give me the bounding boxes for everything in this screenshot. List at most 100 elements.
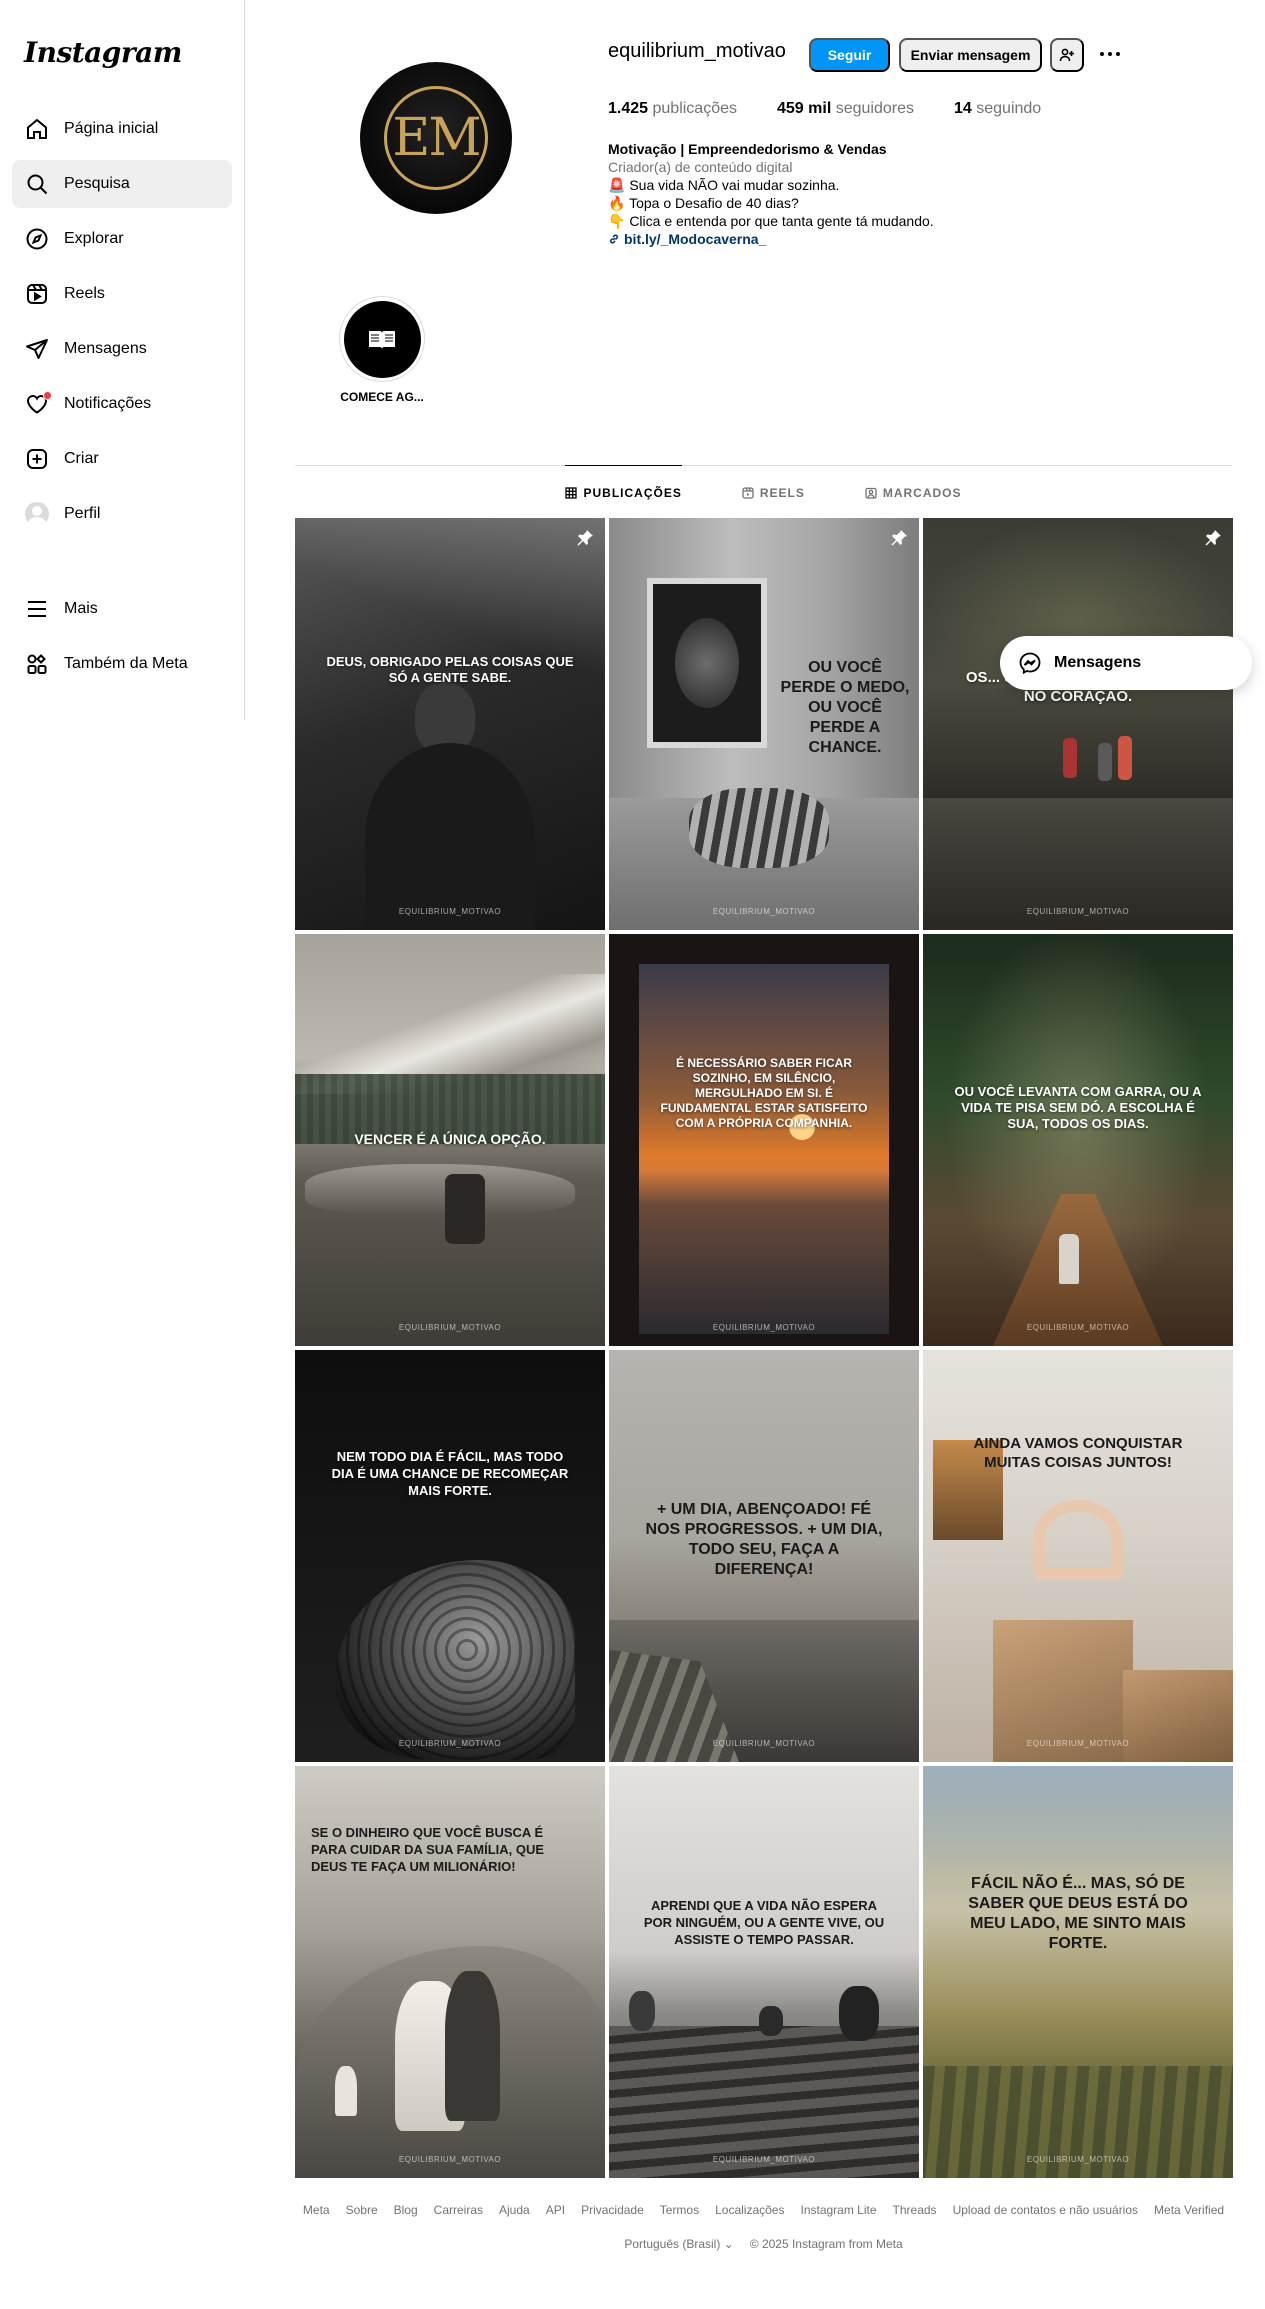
post-watermark: EQUILIBRIUM_MOTIVAO (712, 1323, 816, 1332)
send-message-button[interactable]: Enviar mensagem (899, 38, 1042, 72)
sidebar-item-reels[interactable]: Reels (12, 270, 232, 318)
follow-button[interactable]: Seguir (809, 38, 890, 72)
footer-link[interactable]: Localizações (715, 2203, 784, 2217)
footer-link[interactable]: Meta Verified (1154, 2203, 1224, 2217)
tagged-icon (865, 487, 877, 499)
footer-link[interactable]: Instagram Lite (800, 2203, 876, 2217)
following-count[interactable]: 14 seguindo (954, 100, 1041, 118)
post-caption: Ou você perde o medo, ou você perde a ch… (780, 659, 910, 756)
plus-square-icon (24, 446, 50, 472)
search-icon (24, 171, 50, 197)
followers-count[interactable]: 459 mil seguidores (777, 100, 914, 118)
sidebar-item-label: Mais (64, 600, 98, 617)
avatar (25, 502, 49, 526)
sidebar-item-label: Explorar (64, 230, 124, 247)
profile-stats: 1.425 publicações 459 mil seguidores 14 … (608, 100, 1081, 118)
meta-apps-icon (24, 651, 50, 677)
post-watermark: EQUILIBRIUM_MOTIVAO (398, 2155, 502, 2164)
floating-messages-label: Mensagens (1054, 654, 1142, 671)
bio-line: 🔥 Topa o Desafio de 40 dias? (608, 195, 799, 211)
language-selector[interactable]: Português (Brasil) ⌄ (624, 2237, 733, 2251)
sidebar-item-search[interactable]: Pesquisa (12, 160, 232, 208)
footer-link[interactable]: Sobre (346, 2203, 378, 2217)
link-icon (609, 234, 619, 244)
post-caption: Ou você levanta com garra, ou a vida te … (954, 1084, 1202, 1131)
post-tile[interactable]: É necessário saber ficar sozinho, em sil… (609, 934, 919, 1346)
sidebar-item-more[interactable]: Mais (12, 585, 232, 633)
bio-link[interactable]: bit.ly/_Modocaverna_ (608, 230, 934, 248)
sidebar-item-profile[interactable]: Perfil (12, 490, 232, 538)
post-tile[interactable]: Ainda vamos conquistar muitas coisas jun… (923, 1350, 1233, 1762)
sidebar-item-home[interactable]: Página inicial (12, 105, 232, 153)
post-watermark: EQUILIBRIUM_MOTIVAO (1026, 2155, 1130, 2164)
sidebar-item-create[interactable]: Criar (12, 435, 232, 483)
sidebar-item-notifications[interactable]: Notificações (12, 380, 232, 428)
sidebar-item-explore[interactable]: Explorar (12, 215, 232, 263)
profile-username: equilibrium_motivao (608, 40, 786, 62)
posts-grid: Deus, obrigado pelas coisas que só a gen… (295, 518, 1233, 2178)
post-tile[interactable]: Nem todo dia é fácil, mas todo dia é uma… (295, 1350, 605, 1762)
sidebar-item-meta[interactable]: Também da Meta (12, 640, 232, 688)
sidebar: Instagram Página inicial Pesquisa Explor… (0, 0, 245, 720)
sidebar-item-label: Perfil (64, 505, 101, 522)
footer-link[interactable]: Termos (660, 2203, 699, 2217)
footer-meta: Português (Brasil) ⌄ © 2025 Instagram fr… (295, 2237, 1232, 2251)
add-person-icon (1059, 48, 1074, 62)
post-tile[interactable]: Ou você perde o medo, ou você perde a ch… (609, 518, 919, 930)
footer-link[interactable]: Privacidade (581, 2203, 644, 2217)
post-tile[interactable]: Vencer é a única opção. EQUILIBRIUM_MOTI… (295, 934, 605, 1346)
post-watermark: EQUILIBRIUM_MOTIVAO (398, 907, 502, 916)
tab-reels[interactable]: REELS (742, 465, 805, 519)
post-caption: Nem todo dia é fácil, mas todo dia é uma… (331, 1449, 569, 1498)
reels-icon (24, 281, 50, 307)
post-watermark: EQUILIBRIUM_MOTIVAO (398, 1739, 502, 1748)
post-watermark: EQUILIBRIUM_MOTIVAO (1026, 1323, 1130, 1332)
footer-link[interactable]: Upload de contatos e não usuários (953, 2203, 1138, 2217)
menu-icon (24, 596, 50, 622)
posts-count[interactable]: 1.425 publicações (608, 100, 737, 118)
sidebar-item-label: Reels (64, 285, 105, 302)
footer-link[interactable]: Blog (394, 2203, 418, 2217)
bio-name: Motivação | Empreendedorismo & Vendas (608, 141, 887, 157)
post-watermark: EQUILIBRIUM_MOTIVAO (398, 1323, 502, 1332)
sidebar-item-messages[interactable]: Mensagens (12, 325, 232, 373)
post-caption: Fácil não é... mas, só de saber que Deus… (968, 1875, 1188, 1952)
footer-link[interactable]: Carreiras (434, 2203, 483, 2217)
post-tile[interactable]: Os... serão esquecidos, tá no coração. E… (923, 518, 1233, 930)
post-caption: Se o dinheiro que você busca é para cuid… (311, 1825, 545, 1874)
post-tile[interactable]: Deus, obrigado pelas coisas que só a gen… (295, 518, 605, 930)
bio-line: 👇 Clica e entenda por que tanta gente tá… (608, 213, 934, 229)
footer-link[interactable]: API (546, 2203, 565, 2217)
sidebar-item-label: Mensagens (64, 340, 147, 357)
tab-posts[interactable]: PUBLICAÇÕES (565, 465, 682, 519)
footer-link[interactable]: Ajuda (499, 2203, 530, 2217)
post-tile[interactable]: Se o dinheiro que você busca é para cuid… (295, 1766, 605, 2178)
reels-icon (742, 486, 754, 499)
profile-picture[interactable]: EM (360, 62, 512, 214)
suggest-accounts-button[interactable] (1050, 38, 1084, 72)
tab-tagged[interactable]: MARCADOS (865, 465, 962, 519)
post-watermark: EQUILIBRIUM_MOTIVAO (712, 907, 816, 916)
story-highlight[interactable]: COMECE AG... (338, 296, 426, 404)
post-watermark: EQUILIBRIUM_MOTIVAO (712, 2155, 816, 2164)
post-tile[interactable]: Fácil não é... mas, só de saber que Deus… (923, 1766, 1233, 2178)
sidebar-item-label: Página inicial (64, 120, 159, 137)
post-tile[interactable]: Aprendi que a vida não espera por ningué… (609, 1766, 919, 2178)
profile-logo-initials: EM (392, 108, 481, 168)
bio-line: 🚨 Sua vida NÃO vai mudar sozinha. (608, 177, 840, 193)
post-tile[interactable]: + um dia, abençoado! Fé nos progressos. … (609, 1350, 919, 1762)
pinned-icon (577, 530, 593, 546)
sidebar-item-label: Também da Meta (64, 655, 188, 672)
footer-link[interactable]: Meta (303, 2203, 330, 2217)
sidebar-item-label: Notificações (64, 395, 152, 412)
post-watermark: EQUILIBRIUM_MOTIVAO (1026, 907, 1130, 916)
post-caption: Ainda vamos conquistar muitas coisas jun… (973, 1435, 1183, 1471)
footer-link[interactable]: Threads (893, 2203, 937, 2217)
instagram-logo[interactable]: Instagram (24, 36, 182, 69)
floating-messages-button[interactable]: Mensagens (1000, 636, 1252, 690)
post-tile[interactable]: Ou você levanta com garra, ou a vida te … (923, 934, 1233, 1346)
post-caption: Aprendi que a vida não espera por ningué… (643, 1898, 885, 1947)
more-options-icon[interactable] (1096, 44, 1124, 64)
copyright: © 2025 Instagram from Meta (749, 2237, 903, 2251)
profile-bio: Motivação | Empreendedorismo & Vendas Cr… (608, 140, 934, 248)
